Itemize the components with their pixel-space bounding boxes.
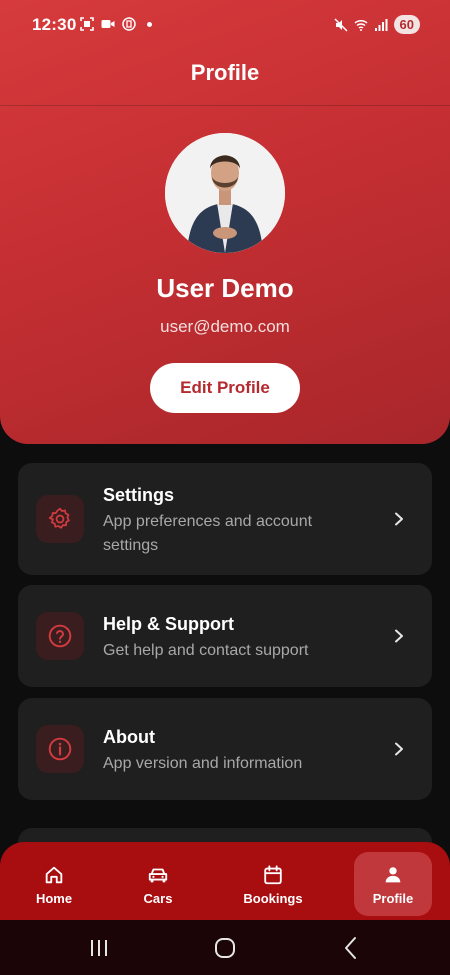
back-icon[interactable] [338, 935, 364, 961]
video-icon [101, 20, 115, 28]
nav-item-bookings[interactable]: Bookings [234, 852, 312, 916]
user-name: User Demo [156, 273, 294, 303]
signal-icon [374, 18, 388, 31]
menu-item-settings[interactable]: Settings App preferences and account set… [18, 463, 432, 575]
menu-item-help-support[interactable]: Help & Support Get help and contact supp… [18, 585, 432, 687]
nav-label-home: Home [35, 891, 73, 906]
help-icon [48, 624, 72, 648]
status-left-icons [80, 17, 152, 31]
avatar-photo [165, 133, 285, 253]
recents-icon[interactable] [86, 935, 112, 961]
menu-item-about[interactable]: About App version and information [18, 698, 432, 800]
settings-icon-box [36, 495, 84, 543]
menu-subtitle-settings: App preferences and account settings [103, 513, 313, 554]
calendar-icon [264, 865, 282, 885]
nav-item-cars[interactable]: Cars [119, 852, 197, 916]
edit-profile-button[interactable]: Edit Profile [150, 363, 300, 413]
status-bar: 12:30 60 [0, 0, 450, 52]
nav-item-home[interactable]: Home [15, 852, 93, 916]
user-email: user@demo.com [160, 317, 290, 336]
person-icon [385, 867, 401, 883]
info-icon [48, 737, 72, 761]
battery-indicator: 60 [393, 15, 420, 34]
nav-label-cars: Cars [143, 891, 173, 906]
info-icon-box [36, 725, 84, 773]
menu-title-settings: Settings [103, 485, 175, 505]
car-icon [148, 868, 168, 883]
system-nav-bar [0, 920, 450, 975]
mute-icon [334, 17, 348, 32]
chevron-right-icon [395, 629, 403, 643]
notification-dot [147, 21, 152, 27]
nav-item-profile[interactable]: Profile [354, 852, 432, 916]
home-icon [45, 866, 63, 884]
bottom-nav: Home Cars Bookings Profile [0, 842, 450, 920]
nav-label-profile: Profile [372, 891, 414, 906]
avatar[interactable] [165, 133, 285, 253]
menu-subtitle-help-support: Get help and contact support [103, 642, 309, 659]
profile-header: 12:30 60 Profile User Demo user@demo.com… [0, 0, 450, 444]
home-button-icon[interactable] [212, 935, 238, 961]
menu-title-help-support: Help & Support [103, 614, 234, 634]
ring-icon [122, 17, 136, 31]
chevron-right-icon [395, 742, 403, 756]
status-right-icons: 60 [334, 15, 420, 34]
status-time: 12:30 [32, 15, 77, 34]
wifi-icon [354, 19, 368, 31]
help-icon-box [36, 612, 84, 660]
chevron-right-icon [395, 512, 403, 526]
screenshot-icon [80, 17, 94, 31]
title-divider [0, 105, 450, 106]
nav-label-bookings: Bookings [243, 891, 303, 906]
menu-subtitle-about: App version and information [103, 755, 303, 772]
menu-title-about: About [103, 727, 155, 747]
page-title: Profile [190, 60, 260, 85]
gear-icon [48, 507, 70, 529]
